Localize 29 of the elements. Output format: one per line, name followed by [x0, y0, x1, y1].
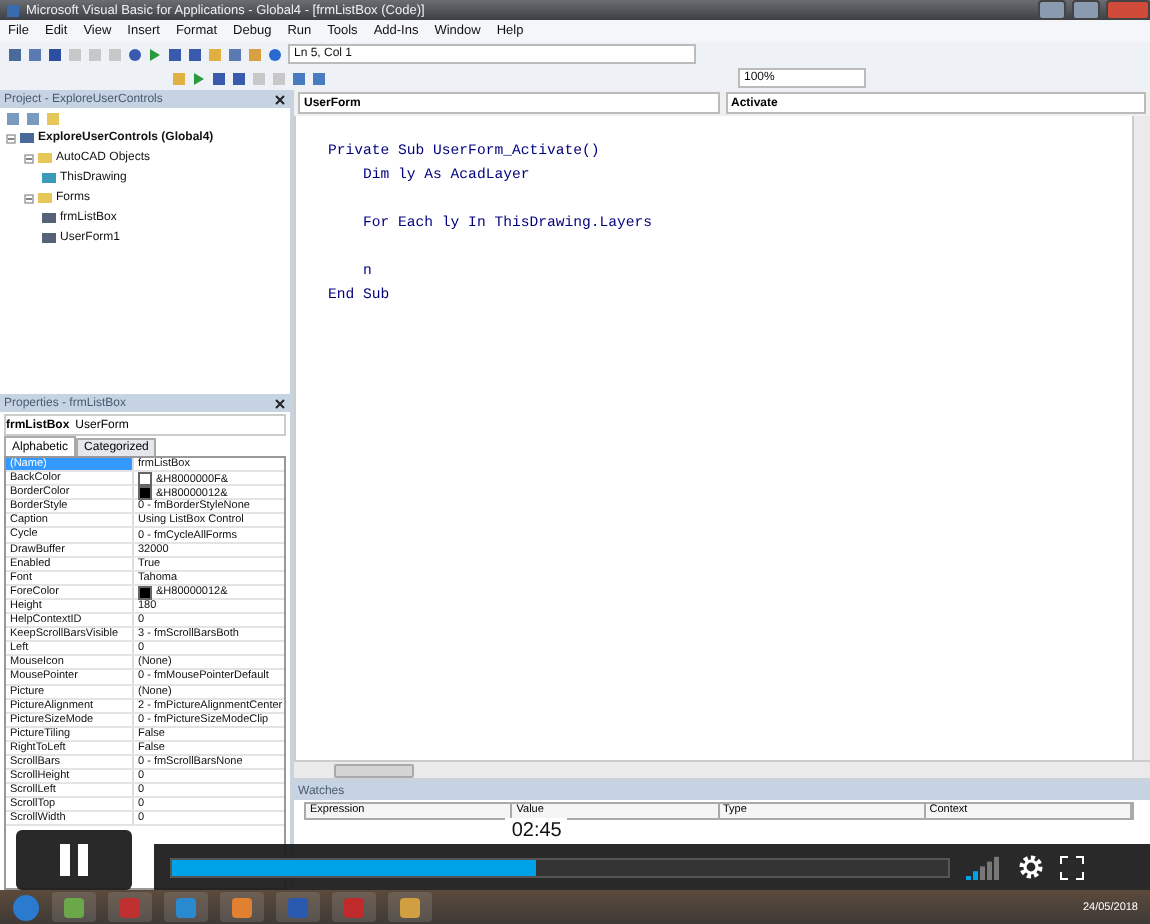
start-icon[interactable]	[12, 893, 40, 921]
close-icon[interactable]	[274, 397, 286, 409]
scrollbar[interactable]	[294, 760, 1150, 778]
close-button[interactable]	[1106, 0, 1150, 20]
app-icon[interactable]	[388, 892, 432, 922]
time-tooltip: 02:45	[505, 817, 568, 843]
folder-icon	[38, 192, 52, 204]
close-icon[interactable]	[274, 93, 286, 105]
minimize-button[interactable]	[1038, 0, 1066, 20]
app-icon[interactable]	[52, 892, 96, 922]
stop-icon[interactable]	[232, 71, 246, 85]
folder-icon	[38, 152, 52, 164]
app-icon[interactable]	[164, 892, 208, 922]
fullscreen-icon[interactable]	[1060, 855, 1084, 879]
project-icon	[20, 132, 34, 144]
app-icon	[6, 3, 20, 17]
pause-button[interactable]	[16, 830, 132, 890]
volume-icon[interactable]	[966, 855, 1002, 879]
play-icon[interactable]	[148, 47, 162, 61]
play-icon[interactable]	[192, 71, 206, 85]
app-icon[interactable]	[220, 892, 264, 922]
scrollbar[interactable]	[1132, 116, 1150, 760]
settings-icon[interactable]	[1018, 854, 1044, 880]
maximize-button[interactable]	[1072, 0, 1100, 20]
collapse-icon[interactable]	[24, 153, 34, 163]
collapse-icon[interactable]	[6, 133, 16, 143]
collapse-icon[interactable]	[24, 193, 34, 203]
stop-icon[interactable]	[188, 47, 202, 61]
document-icon	[42, 172, 56, 184]
